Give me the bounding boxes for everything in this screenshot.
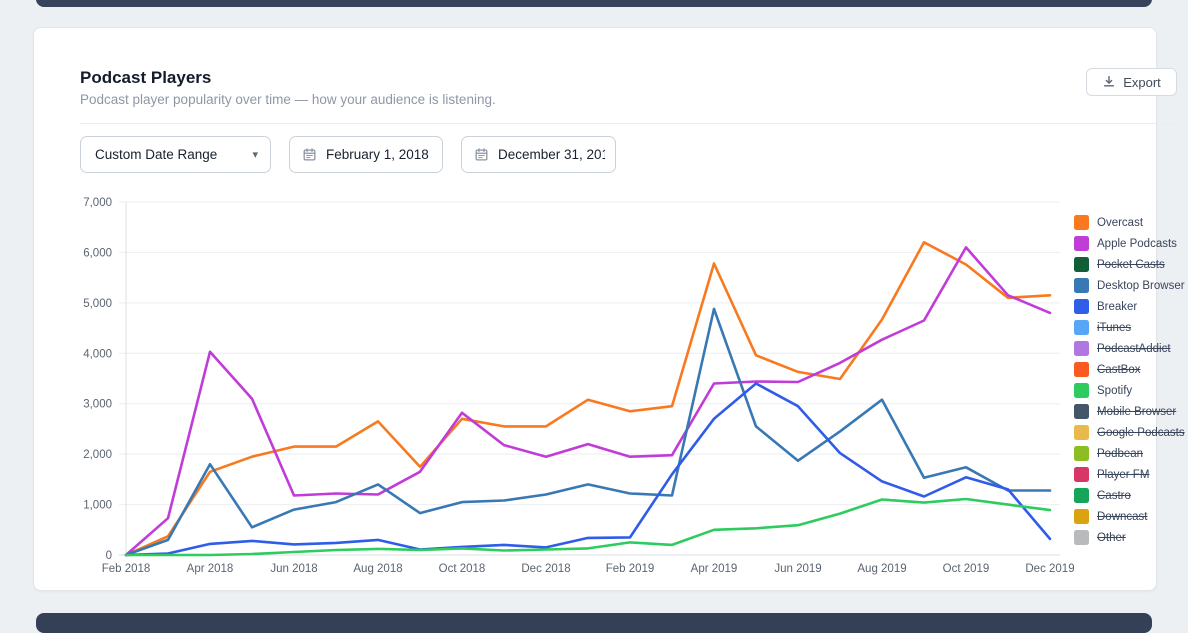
line-chart: 0 1,000 2,000 3,000 4,000 5,000 6,000 7,000 Feb … [74,193,1074,585]
legend-swatch-mobile-browser [1074,404,1089,419]
legend-label-podcastaddict: PodcastAddict [1097,343,1171,355]
legend-label-mobile-browser: Mobile Browser [1097,406,1176,418]
legend-label-castro: Castro [1097,490,1131,502]
page: Podcast Players Podcast player popularit… [0,0,1188,622]
legend-label-podbean: Podbean [1097,448,1143,460]
legend-item-podbean[interactable]: Podbean [1074,443,1143,464]
legend-swatch-overcast [1074,215,1089,230]
legend-label-apple-podcasts: Apple Podcasts [1097,238,1177,250]
legend-swatch-breaker [1074,299,1089,314]
x-axis-tick-label: Oct 2019 [943,563,990,575]
y-axis-tick-label: 1,000 [83,500,112,512]
legend-swatch-itunes [1074,320,1089,335]
legend-label-overcast: Overcast [1097,217,1143,229]
x-axis-tick-label: Dec 2019 [1025,563,1074,575]
y-axis-tick-label: 5,000 [83,298,112,310]
start-date-value: February 1, 2018 [326,147,429,162]
x-axis-tick-label: Aug 2018 [353,563,402,575]
end-date-input[interactable]: December 31, 2019 [461,136,616,173]
legend-item-castbox[interactable]: CastBox [1074,359,1140,380]
start-date-input[interactable]: February 1, 2018 [289,136,443,173]
legend-swatch-google-podcasts [1074,425,1089,440]
legend-item-pocket-casts[interactable]: Pocket Casts [1074,254,1165,275]
date-range-label: Custom Date Range [95,147,246,162]
legend-swatch-castbox [1074,362,1089,377]
podcast-players-card: Podcast Players Podcast player popularit… [33,27,1157,591]
legend-swatch-player-fm [1074,467,1089,482]
x-axis-tick-label: Feb 2019 [606,563,655,575]
series-line-overcast [126,242,1050,555]
x-axis-tick-label: Apr 2018 [187,563,234,575]
legend-item-mobile-browser[interactable]: Mobile Browser [1074,401,1176,422]
export-button[interactable]: Export [1086,68,1177,96]
y-axis-tick-label: 7,000 [83,197,112,209]
end-date-value: December 31, 2019 [498,147,605,162]
legend-swatch-podcastaddict [1074,341,1089,356]
legend-swatch-pocket-casts [1074,257,1089,272]
legend-swatch-other [1074,530,1089,545]
y-axis-tick-label: 4,000 [83,348,112,360]
x-axis-tick-label: Feb 2018 [102,563,151,575]
legend-item-overcast[interactable]: Overcast [1074,212,1143,233]
date-range-select[interactable]: Custom Date Range ▾ [80,136,271,173]
x-axis-tick-label: Jun 2018 [270,563,317,575]
y-axis-tick-label: 0 [106,550,112,562]
x-axis-tick-label: Oct 2018 [439,563,486,575]
legend-swatch-castro [1074,488,1089,503]
legend-item-other[interactable]: Other [1074,527,1126,548]
legend-label-spotify: Spotify [1097,385,1132,397]
legend-label-breaker: Breaker [1097,301,1137,313]
legend-swatch-desktop-browser [1074,278,1089,293]
legend-label-pocket-casts: Pocket Casts [1097,259,1165,271]
calendar-icon [474,147,489,162]
legend-swatch-podbean [1074,446,1089,461]
legend-item-itunes[interactable]: iTunes [1074,317,1131,338]
legend-item-spotify[interactable]: Spotify [1074,380,1132,401]
chevron-down-icon: ▾ [252,148,258,161]
legend-item-castro[interactable]: Castro [1074,485,1131,506]
adjacent-card-bottom-edge [36,613,1152,633]
legend-item-podcastaddict[interactable]: PodcastAddict [1074,338,1171,359]
x-axis-tick-label: Jun 2019 [774,563,821,575]
legend-swatch-apple-podcasts [1074,236,1089,251]
legend-label-castbox: CastBox [1097,364,1140,376]
legend-swatch-downcast [1074,509,1089,524]
calendar-icon [302,147,317,162]
legend-label-desktop-browser: Desktop Browser [1097,280,1185,292]
x-axis-tick-label: Aug 2019 [857,563,906,575]
legend-label-itunes: iTunes [1097,322,1131,334]
x-axis-tick-label: Apr 2019 [691,563,738,575]
legend-item-desktop-browser[interactable]: Desktop Browser [1074,275,1185,296]
page-subtitle: Podcast player popularity over time — ho… [80,92,496,107]
legend-item-player-fm[interactable]: Player FM [1074,464,1149,485]
adjacent-card-top-edge [36,0,1152,7]
legend-swatch-spotify [1074,383,1089,398]
legend-label-downcast: Downcast [1097,511,1148,523]
legend-item-apple-podcasts[interactable]: Apple Podcasts [1074,233,1177,254]
legend-item-downcast[interactable]: Downcast [1074,506,1148,527]
download-icon [1102,75,1116,89]
series-line-spotify [126,499,1050,555]
legend-item-breaker[interactable]: Breaker [1074,296,1137,317]
series-line-desktop-browser [126,309,1050,555]
x-axis-tick-label: Dec 2018 [521,563,570,575]
export-label: Export [1123,75,1161,90]
header-divider [80,123,1177,124]
y-axis-tick-label: 6,000 [83,247,112,259]
legend-label-google-podcasts: Google Podcasts [1097,427,1185,439]
legend-label-other: Other [1097,532,1126,544]
legend-item-google-podcasts[interactable]: Google Podcasts [1074,422,1185,443]
y-axis-tick-label: 2,000 [83,449,112,461]
legend-label-player-fm: Player FM [1097,469,1149,481]
series-line-breaker [126,384,1050,556]
page-title: Podcast Players [80,68,211,88]
y-axis-tick-label: 3,000 [83,399,112,411]
